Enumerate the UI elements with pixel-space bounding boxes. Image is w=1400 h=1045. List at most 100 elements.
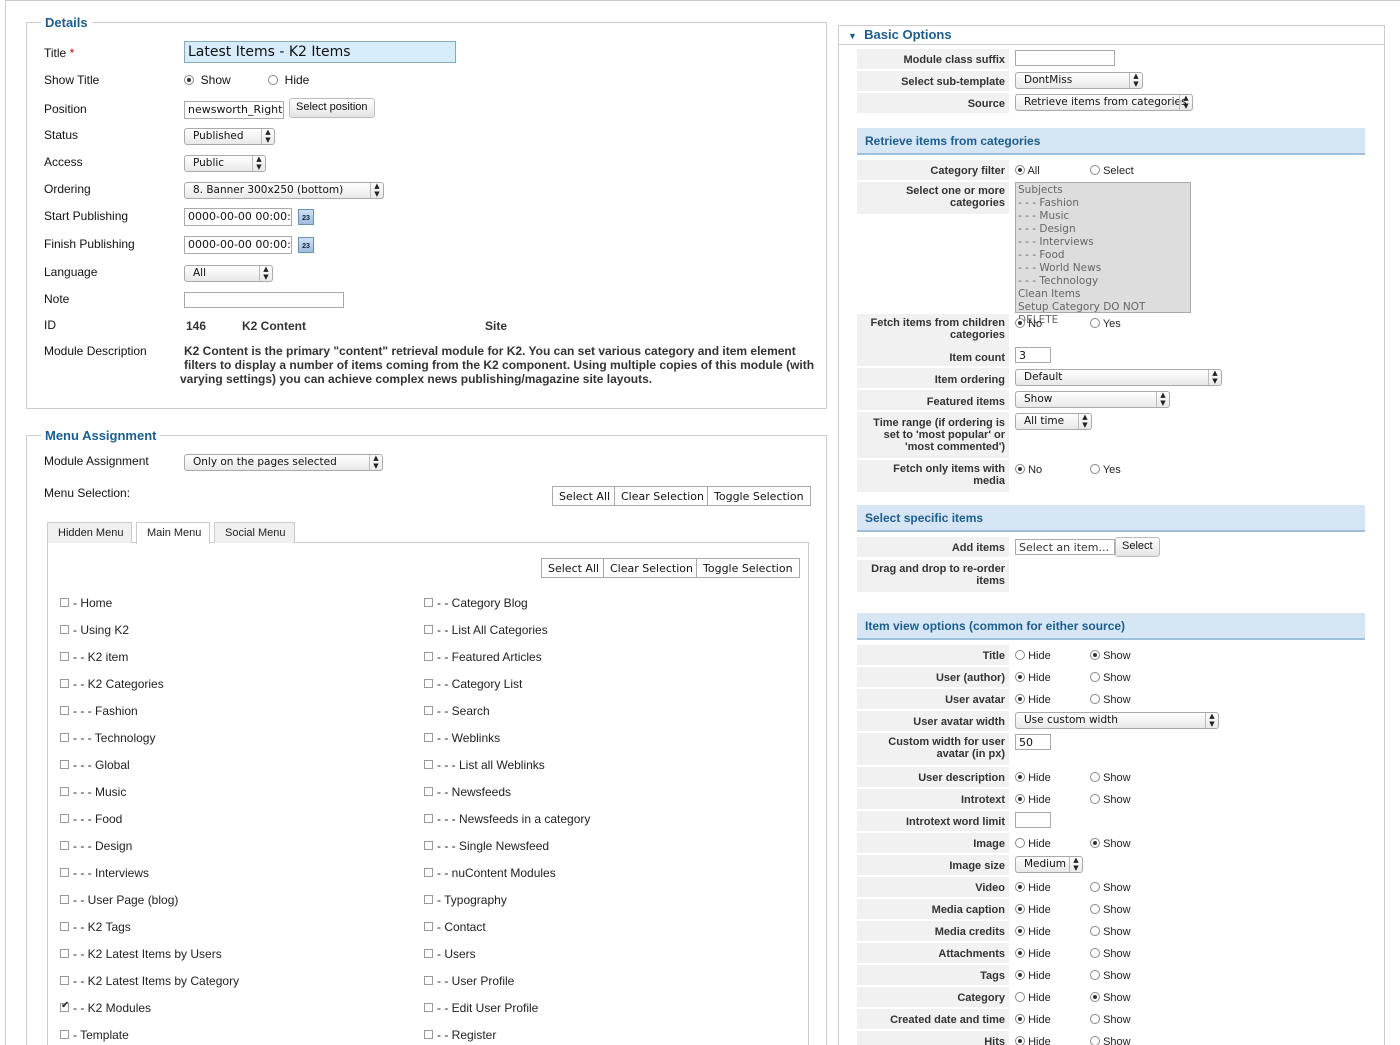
toggle-selection-button[interactable]: Toggle Selection: [707, 486, 811, 506]
category-option[interactable]: - - - Food: [1018, 249, 1188, 262]
menu-item[interactable]: - - Search: [424, 704, 490, 718]
hide-option[interactable]: Hide: [1015, 650, 1051, 662]
add-items-select-button[interactable]: Select: [1115, 537, 1160, 557]
checkbox-icon[interactable]: [60, 652, 69, 661]
note-input[interactable]: [184, 292, 344, 308]
checkbox-icon[interactable]: [60, 598, 69, 607]
hide-option[interactable]: Hide: [1015, 1014, 1051, 1026]
category-option[interactable]: - - - Design: [1018, 223, 1188, 236]
basic-options-header[interactable]: ▼ Basic Options: [848, 27, 952, 42]
menu-item[interactable]: - - Category Blog: [424, 596, 528, 610]
time-range-select[interactable]: All time ▲ ▼: [1015, 413, 1092, 430]
menu-item[interactable]: - - - Fashion: [60, 704, 138, 718]
menu-item[interactable]: - Contact: [424, 920, 486, 934]
featured-items-select[interactable]: Show ▲ ▼: [1015, 391, 1170, 408]
word-limit-input[interactable]: [1015, 812, 1051, 828]
show-option[interactable]: Show: [1090, 694, 1131, 706]
category-filter-all-option[interactable]: All: [1015, 165, 1040, 177]
show-title-hide-option[interactable]: Hide: [268, 73, 309, 87]
hide-option[interactable]: Hide: [1015, 882, 1051, 894]
item-count-input[interactable]: 3: [1015, 347, 1051, 363]
tab-hidden-menu[interactable]: Hidden Menu: [47, 522, 132, 543]
menu-item[interactable]: - - Category List: [424, 677, 522, 691]
tab-toggle-selection-button[interactable]: Toggle Selection: [696, 558, 800, 578]
module-assignment-select[interactable]: Only on the pages selected ▲ ▼: [184, 454, 383, 471]
menu-item[interactable]: - - K2 Latest Items by Users: [60, 947, 222, 961]
checkbox-icon[interactable]: [60, 625, 69, 634]
menu-item[interactable]: - - Featured Articles: [424, 650, 542, 664]
checkbox-icon[interactable]: [424, 814, 433, 823]
checkbox-icon[interactable]: [424, 1003, 433, 1012]
menu-item[interactable]: - Template: [60, 1028, 129, 1042]
menu-item[interactable]: - - Edit User Profile: [424, 1001, 538, 1015]
show-option[interactable]: Show: [1090, 882, 1131, 894]
menu-item[interactable]: - - K2 Modules: [60, 1000, 151, 1015]
checkbox-icon[interactable]: [60, 679, 69, 688]
checkbox-icon[interactable]: [60, 895, 69, 904]
hide-option[interactable]: Hide: [1015, 1036, 1051, 1045]
children-no-option[interactable]: No: [1015, 318, 1042, 330]
checkbox-icon[interactable]: [60, 760, 69, 769]
checkbox-icon[interactable]: [60, 976, 69, 985]
checkbox-icon[interactable]: [60, 868, 69, 877]
hide-option[interactable]: Hide: [1015, 794, 1051, 806]
finish-publishing-input[interactable]: 0000-00-00 00:00:0: [184, 236, 292, 254]
source-select[interactable]: Retrieve items from categories ▲ ▼: [1015, 94, 1193, 111]
menu-item[interactable]: - - - Single Newsfeed: [424, 839, 549, 853]
category-option[interactable]: - - - Technology: [1018, 275, 1188, 288]
menu-item[interactable]: - - - Food: [60, 812, 122, 826]
menu-item[interactable]: - - Weblinks: [424, 731, 500, 745]
add-items-input[interactable]: Select an item...: [1015, 539, 1115, 555]
menu-item[interactable]: - - - List all Weblinks: [424, 758, 545, 772]
category-option[interactable]: Subjects: [1018, 184, 1188, 197]
checkbox-icon[interactable]: [60, 841, 69, 850]
hide-option[interactable]: Hide: [1015, 904, 1051, 916]
checkbox-icon[interactable]: [60, 1030, 69, 1039]
menu-item[interactable]: - - K2 Categories: [60, 677, 164, 691]
start-publishing-input[interactable]: 0000-00-00 00:00:0: [184, 208, 292, 226]
menu-item[interactable]: - - - Technology: [60, 731, 155, 745]
category-option[interactable]: - - - Interviews: [1018, 236, 1188, 249]
access-select[interactable]: Public ▲ ▼: [184, 155, 266, 172]
checkbox-icon[interactable]: [424, 679, 433, 688]
hide-option[interactable]: Hide: [1015, 926, 1051, 938]
ordering-select[interactable]: 8. Banner 300x250 (bottom) ▲ ▼: [184, 182, 384, 199]
show-option[interactable]: Show: [1090, 1036, 1131, 1045]
checkbox-icon[interactable]: [60, 949, 69, 958]
custom-width-input[interactable]: 50: [1015, 734, 1051, 750]
hide-option[interactable]: Hide: [1015, 772, 1051, 784]
menu-item[interactable]: - Users: [424, 947, 476, 961]
checkbox-icon[interactable]: [60, 787, 69, 796]
show-option[interactable]: Show: [1090, 992, 1131, 1004]
menu-item[interactable]: - - - Newsfeeds in a category: [424, 812, 590, 826]
menu-item[interactable]: - - Register: [424, 1028, 496, 1042]
menu-item[interactable]: - - Newsfeeds: [424, 785, 511, 799]
status-select[interactable]: Published ▲ ▼: [184, 128, 275, 145]
menu-item[interactable]: - - K2 Latest Items by Category: [60, 974, 239, 988]
media-no-option[interactable]: No: [1015, 464, 1042, 476]
category-option[interactable]: - - - Fashion: [1018, 197, 1188, 210]
item-ordering-select[interactable]: Default ▲ ▼: [1015, 369, 1222, 386]
menu-item[interactable]: - - User Profile: [424, 974, 514, 988]
tab-main-menu[interactable]: Main Menu: [136, 522, 210, 544]
hide-option[interactable]: Hide: [1015, 838, 1051, 850]
show-option[interactable]: Show: [1090, 948, 1131, 960]
avatar-width-select[interactable]: Use custom width ▲ ▼: [1015, 712, 1219, 729]
title-input[interactable]: Latest Items - K2 Items: [184, 41, 456, 63]
show-option[interactable]: Show: [1090, 970, 1131, 982]
select-all-button[interactable]: Select All: [552, 486, 618, 506]
checkbox-icon[interactable]: [424, 625, 433, 634]
checkbox-icon[interactable]: [60, 1000, 69, 1012]
hide-option[interactable]: Hide: [1015, 992, 1051, 1004]
module-class-suffix-input[interactable]: [1015, 50, 1115, 66]
children-yes-option[interactable]: Yes: [1090, 318, 1121, 330]
show-option[interactable]: Show: [1090, 650, 1131, 662]
category-option[interactable]: - - - World News: [1018, 262, 1188, 275]
show-option[interactable]: Show: [1090, 838, 1131, 850]
checkbox-icon[interactable]: [424, 1030, 433, 1039]
tab-select-all-button[interactable]: Select All: [541, 558, 607, 578]
categories-listbox[interactable]: Subjects - - - Fashion - - - Music - - - De…: [1015, 182, 1191, 326]
menu-item[interactable]: - Typography: [424, 893, 507, 907]
checkbox-icon[interactable]: [60, 922, 69, 931]
menu-item[interactable]: - - - Interviews: [60, 866, 149, 880]
